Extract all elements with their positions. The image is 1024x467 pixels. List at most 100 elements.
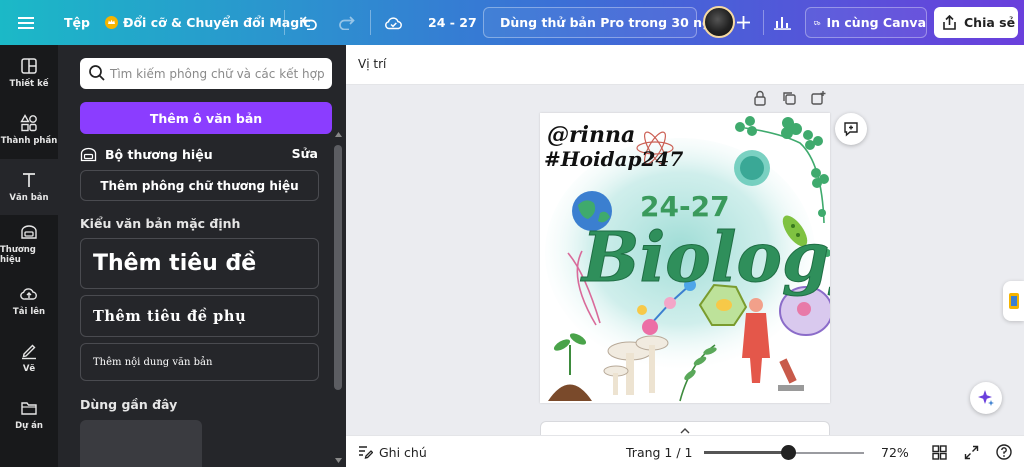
rail-item-label: Thương hiệu [0, 245, 36, 265]
undo-icon [301, 16, 317, 30]
handle-text: @rinna [547, 122, 635, 148]
add-subheading-button[interactable]: Thêm tiêu đề phụ [80, 295, 319, 337]
hamburger-icon [18, 16, 34, 29]
share-icon [943, 15, 956, 30]
add-heading-button[interactable]: Thêm tiêu đề [80, 238, 319, 289]
avatar[interactable] [703, 6, 735, 38]
add-comment-button[interactable] [835, 113, 867, 145]
print-with-canva-button[interactable]: In cùng Canva [805, 7, 927, 38]
top-bar: Tệp Đổi cỡ & Chuyển đổi Magic 24 - 27 Dù… [0, 0, 1024, 45]
rail-item-label: Dự án [15, 421, 43, 431]
page-range-label[interactable]: 24 - 27 [428, 0, 477, 45]
redo-button[interactable] [338, 0, 355, 45]
notes-icon [359, 446, 373, 459]
add-collaborator-button[interactable] [737, 0, 750, 45]
rail-item-text[interactable]: Văn bản [0, 159, 58, 215]
rail-item-label: Văn bản [9, 193, 49, 203]
sparkle-icon [978, 390, 994, 406]
zoom-level[interactable]: 72% [881, 436, 909, 467]
truck-icon [814, 20, 821, 25]
help-icon [996, 444, 1012, 460]
page-indicator[interactable]: Trang 1 / 1 [626, 436, 693, 467]
lock-icon[interactable] [752, 90, 768, 106]
magic-resize-label: Đổi cỡ & Chuyển đổi Magic [123, 15, 311, 30]
virus-icon [734, 150, 770, 186]
panel-scrollbar[interactable] [334, 145, 342, 390]
layout-icon [21, 58, 37, 74]
brand-icon [21, 225, 37, 239]
recently-used-heading: Dùng gần đây [80, 397, 178, 412]
file-menu-button[interactable]: Tệp [64, 0, 90, 45]
save-status-button[interactable] [384, 0, 403, 45]
rail-item-label: Tải lên [12, 307, 46, 317]
bar-chart-icon [774, 17, 791, 30]
position-button[interactable]: Vị trí [358, 57, 386, 71]
rail-item-uploads[interactable]: Tải lên [0, 273, 58, 329]
default-styles-heading: Kiểu văn bản mặc định [80, 216, 241, 231]
main-menu-button[interactable] [18, 0, 34, 45]
microscope-icon [778, 358, 804, 391]
redo-icon [339, 16, 355, 30]
fullscreen-button[interactable] [964, 436, 979, 467]
magic-assistant-button[interactable] [970, 382, 1002, 414]
plus-icon [737, 16, 750, 29]
pro-trial-button[interactable]: Dùng thử bản Pro trong 30 ng... [483, 7, 725, 38]
canva-editor: Tệp Đổi cỡ & Chuyển đổi Magic 24 - 27 Dù… [0, 0, 1024, 467]
brand-edit-link[interactable]: Sửa [292, 146, 318, 161]
brand-kit-label: Bộ thương hiệu [105, 146, 213, 162]
grid-view-button[interactable] [932, 436, 947, 467]
scroll-up-icon[interactable] [335, 132, 342, 137]
rail-item-label: Thành phần [0, 136, 58, 146]
left-rail: Thiết kế Thành phần Văn bản Thương hiệu … [0, 45, 58, 467]
undo-button[interactable] [301, 0, 318, 45]
design-page[interactable]: @rinna #Hoidap247 24-27 Biology [540, 113, 830, 403]
divider [370, 10, 371, 35]
pro-trial-label: Dùng thử bản Pro trong 30 ng... [500, 15, 726, 30]
context-toolbar: Vị trí [346, 45, 1024, 85]
cloud-check-icon [385, 17, 402, 30]
share-button[interactable]: Chia sẻ [934, 7, 1018, 38]
rail-item-brand[interactable]: Thương hiệu [0, 216, 58, 272]
crown-icon [105, 16, 118, 29]
biology-artwork: @rinna #Hoidap247 24-27 Biology [544, 116, 830, 402]
search-icon [89, 65, 105, 81]
font-search-input[interactable]: Tìm kiếm phông chữ và các kết hợp [80, 58, 332, 89]
add-textbox-button[interactable]: Thêm ô văn bản [80, 102, 332, 134]
share-label: Chia sẻ [964, 15, 1016, 30]
cloud-upload-icon [20, 288, 37, 300]
expand-icon [964, 445, 979, 459]
hashtag-text: #Hoidap247 [544, 147, 683, 171]
apps-side-tab[interactable] [1003, 281, 1024, 321]
chevron-up-icon[interactable] [680, 428, 690, 434]
duplicate-icon[interactable] [781, 90, 797, 106]
rail-item-elements[interactable]: Thành phần [0, 102, 58, 158]
bottom-bar: Ghi chú Trang 1 / 1 72% [346, 435, 1024, 467]
rail-item-draw[interactable]: Vẽ [0, 330, 58, 386]
recent-item[interactable] [80, 420, 202, 467]
zoom-slider-fill [704, 451, 789, 454]
divider [763, 10, 764, 35]
pen-icon [22, 344, 36, 360]
shapes-icon [20, 114, 37, 132]
rail-item-projects[interactable]: Dự án [0, 387, 58, 443]
brand-kit-row: Bộ thương hiệu Sửa [80, 142, 318, 166]
rail-item-label: Thiết kế [9, 79, 49, 89]
scroll-down-icon[interactable] [335, 458, 342, 463]
notes-label: Ghi chú [379, 444, 427, 460]
seedling-icon [548, 333, 592, 401]
rail-item-label: Vẽ [22, 364, 36, 374]
folder-icon [21, 402, 37, 415]
divider [284, 10, 285, 35]
add-page-icon[interactable] [810, 90, 826, 106]
rail-item-design[interactable]: Thiết kế [0, 45, 58, 101]
text-icon [23, 173, 35, 187]
search-placeholder: Tìm kiếm phông chữ và các kết hợp [110, 66, 325, 81]
add-body-text-button[interactable]: Thêm nội dung văn bản [80, 343, 319, 381]
analytics-button[interactable] [774, 0, 791, 45]
add-brand-font-button[interactable]: Thêm phông chữ thương hiệu [80, 170, 319, 201]
help-button[interactable] [996, 436, 1012, 467]
brand-icon [80, 147, 97, 161]
magic-resize-button[interactable]: Đổi cỡ & Chuyển đổi Magic [105, 0, 311, 45]
zoom-slider-handle[interactable] [781, 445, 797, 460]
notes-button[interactable]: Ghi chú [358, 436, 427, 467]
